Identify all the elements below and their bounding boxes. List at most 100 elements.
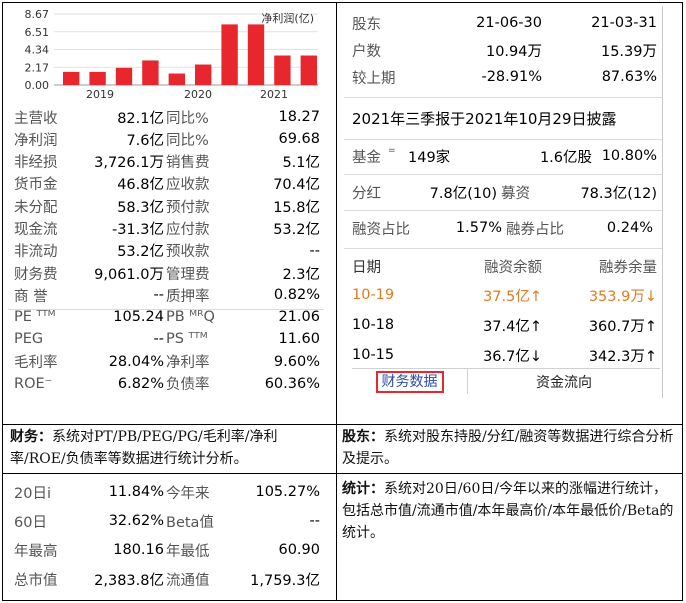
finance-label-1: 非经损	[14, 155, 58, 172]
bar	[115, 67, 133, 85]
dividend-label: 分红	[352, 185, 381, 202]
grid-divider-top	[3, 424, 682, 425]
stats-label-1: 总市值	[14, 572, 58, 589]
finance-label-1: 净利润	[14, 132, 58, 149]
finance-value-2: 15.8亿	[273, 199, 320, 216]
fund-sup: =	[388, 146, 396, 156]
finance-caption-title: 财务：	[10, 429, 52, 445]
raise-value: 78.3亿(12)	[580, 185, 657, 202]
finance-value-2: 0.82%	[273, 287, 320, 304]
fin-ratio-label: 融资占比	[352, 221, 410, 238]
holder-change-label: 较上期	[352, 70, 396, 87]
stats-value-1: 32.62%	[108, 513, 164, 529]
finance-row: 主营收 82.1亿 同比% 18.27	[14, 106, 320, 128]
divider	[344, 97, 662, 98]
x-tick-label: 2021	[260, 88, 288, 101]
stats-value-1: 2,383.8亿	[94, 572, 164, 589]
stats-value-2: 60.90	[278, 542, 320, 558]
bar	[195, 64, 212, 85]
ratio-row: ROE⁻ 6.82% 负债率 60.36%	[14, 373, 320, 395]
holder-count-label: 户数	[352, 43, 381, 60]
finance-row: 未分配 58.3亿 预付款 15.8亿	[14, 195, 320, 217]
ratio-row: PEG -- PS ᵀᵀᴹ 11.60	[14, 328, 320, 350]
ratio-label-2: PS ᵀᵀᴹ	[166, 331, 208, 348]
stats-row: 年最高 180.16 年最低 60.90	[14, 537, 320, 563]
finance-row: 非经损 3,726.1万 销售费 5.1亿	[14, 151, 320, 173]
divider	[344, 139, 662, 140]
finance-label-2: 销售费	[166, 155, 210, 172]
stats-label-1: 年最高	[14, 543, 58, 560]
stats-value-1: 11.84%	[108, 484, 164, 500]
finance-value-2: 18.27	[278, 109, 320, 125]
ratio-value-1: 105.24	[113, 309, 164, 325]
stats-value-1: 180.16	[113, 542, 164, 558]
bar	[63, 71, 80, 85]
stats-value-2: 1,759.3亿	[250, 572, 320, 589]
finance-value-2: 53.2亿	[273, 222, 320, 238]
col-sec-balance: 融券余量	[599, 259, 657, 276]
ratio-row: PE ᵀᵀᴹ 105.24 PB ᴹᴿQ 21.06	[14, 306, 320, 328]
finance-value-1: 46.8亿	[117, 177, 164, 194]
finance-panel: 8.67 6.51 4.34 2.17 0.00 2019 2020 2021 净利润(亿) 主…	[8, 6, 324, 398]
stats-label-2: Beta值	[166, 514, 214, 531]
holder-count-v1: 10.94万	[485, 43, 542, 60]
finance-row: 净利润 7.6亿 同比% 69.68	[14, 128, 320, 150]
finance-label-2: 质押率	[166, 288, 210, 305]
finance-value-1: 53.2亿	[117, 244, 164, 261]
divider	[344, 248, 662, 249]
ratio-value-2: 21.06	[278, 309, 320, 325]
holder-count-row: 户数 10.94万 15.39万	[352, 37, 657, 63]
finance-value-2: 70.4亿	[273, 177, 320, 194]
stats-row: 总市值 2,383.8亿 流通值 1,759.3亿	[14, 566, 320, 592]
margin-ratio-row: 融资占比 1.57% 融券占比 0.24%	[352, 214, 657, 242]
holder-count-v2: 15.39万	[600, 43, 657, 60]
col-date: 日期	[352, 259, 381, 276]
finance-label-1: 未分配	[14, 199, 58, 216]
fund-row: 基金 = 149家 1.6亿股 10.80%	[352, 142, 657, 170]
ratio-row: 毛利率 28.04% 净利率 9.60%	[14, 351, 320, 373]
fund-pct: 10.80%	[601, 148, 657, 164]
finance-value-2: 69.68	[278, 131, 320, 148]
holder-caption-title: 股东：	[342, 429, 384, 445]
stats-caption-title: 统计：	[342, 481, 384, 497]
holder-date-1: 21-06-30	[476, 15, 542, 31]
tab-fund-flow[interactable]: 资金流向	[468, 369, 660, 394]
disclosure-text: 2021年三季报于2021年10月29日披露	[352, 109, 617, 128]
bar	[274, 55, 291, 85]
margin-table-row: 10-15 36.7亿↓ 342.3万↑	[352, 341, 657, 369]
margin-table-row: 10-19 37.5亿↑ 353.9万↓	[352, 281, 657, 309]
margin-cell-fin: 37.5亿↑	[483, 288, 542, 305]
margin-table-header: 日期 融资余额 融券余量	[352, 252, 657, 280]
finance-label-2: 管理费	[166, 266, 210, 283]
tab-finance-data[interactable]: 财务数据	[375, 370, 444, 393]
finance-value-1: -31.3亿	[111, 222, 164, 238]
bar	[300, 55, 317, 85]
holder-header-row: 股东 21-06-30 21-03-31	[352, 10, 657, 36]
stats-label-1: 20日i	[14, 485, 51, 502]
holder-change-v1: -28.91%	[481, 69, 542, 85]
finance-row: 商 誉 -- 质押率 0.82%	[14, 284, 320, 306]
fund-shares: 1.6亿股	[539, 149, 592, 166]
margin-cell-date: 10-18	[352, 317, 395, 333]
finance-row: 非流动 53.2亿 预收款 --	[14, 240, 320, 262]
stats-caption: 统计：系统对20日/60日/今年以来的涨幅进行统计，包括总市值/流通市值/本年最…	[342, 478, 678, 544]
stats-label-1: 60日	[14, 514, 47, 531]
bar	[221, 24, 238, 85]
stats-label-2: 年最低	[166, 543, 210, 560]
finance-caption: 财务：系统对PT/PB/PEG/PG/毛利率/净利率/ROE/负债率等数据进行统…	[10, 426, 328, 470]
ratio-value-1: 6.82%	[117, 375, 164, 392]
x-tick-label: 2019	[86, 88, 114, 101]
grid-vertical-divider	[336, 3, 337, 600]
finance-row: 财务费 9,061.0万 管理费 2.3亿	[14, 262, 320, 284]
dividend-value: 7.8亿(10)	[429, 185, 497, 202]
margin-cell-fin: 36.7亿↓	[483, 348, 542, 365]
bar	[89, 71, 106, 85]
finance-value-1: 9,061.0万	[94, 266, 164, 283]
y-tick-label: 8.67	[25, 8, 50, 21]
col-fin-balance: 融资余额	[484, 259, 542, 276]
holder-caption: 股东：系统对股东持股/分红/融资等数据进行综合分析及提示。	[342, 426, 678, 470]
stats-value-2: 105.27%	[255, 484, 320, 500]
ratio-label-2: PB ᴹᴿQ	[166, 309, 215, 325]
sec-ratio-value: 0.24%	[606, 220, 653, 236]
divider	[344, 174, 662, 175]
